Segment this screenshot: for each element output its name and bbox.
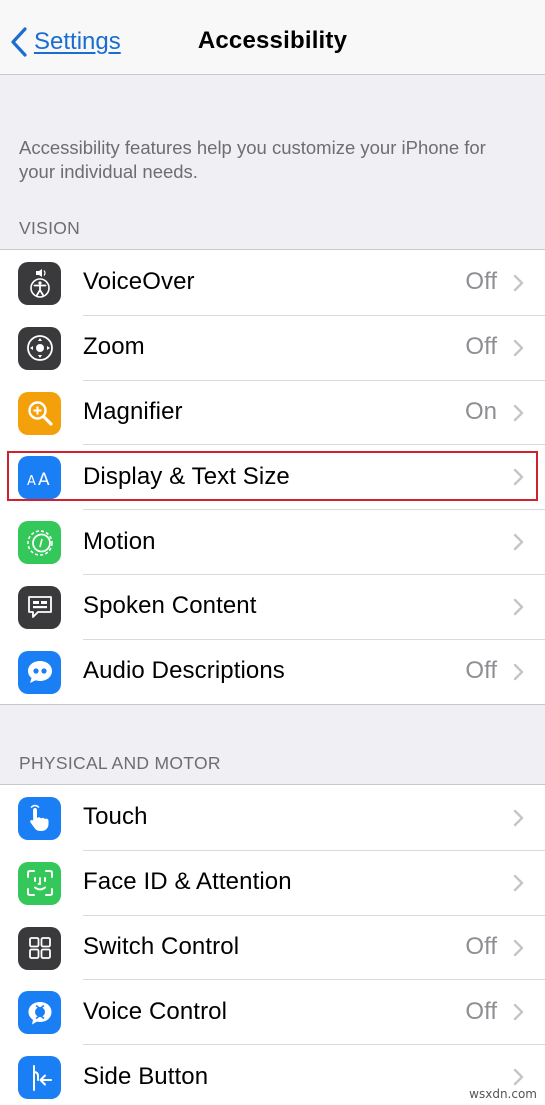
chevron-right-icon <box>513 404 524 421</box>
row-label: Face ID & Attention <box>83 868 292 896</box>
row-value: On <box>464 397 497 425</box>
row-value: Off <box>465 932 497 960</box>
voice-control-icon <box>18 991 61 1035</box>
row-zoom[interactable]: Zoom Off <box>0 314 545 380</box>
watermark: wsxdn.com <box>469 1087 537 1101</box>
chevron-right-icon <box>513 274 524 292</box>
row-face-id-attention[interactable]: Face ID & Attention <box>0 849 545 915</box>
magnifier-icon <box>18 391 61 435</box>
row-label: Motion <box>83 527 156 555</box>
row-switch-control[interactable]: Switch Control Off <box>0 914 545 980</box>
row-magnifier[interactable]: Magnifier On <box>0 379 545 445</box>
page-title: Accessibility <box>197 27 348 54</box>
face-id-icon <box>18 861 61 905</box>
row-label: Voice Control <box>83 997 228 1025</box>
row-label: Magnifier <box>83 397 183 425</box>
svg-text:A: A <box>27 474 36 489</box>
chevron-right-icon <box>513 663 524 680</box>
row-value: Off <box>465 997 497 1025</box>
row-label: Side Button <box>83 1062 209 1090</box>
chevron-right-icon <box>513 874 524 891</box>
row-label: Zoom <box>83 333 145 361</box>
switch-control-icon <box>18 926 61 970</box>
svg-text:A: A <box>38 470 50 490</box>
row-spoken-content[interactable]: Spoken Content <box>0 573 545 639</box>
voiceover-icon <box>18 262 61 305</box>
row-label: VoiceOver <box>83 268 195 296</box>
chevron-right-icon <box>513 533 524 551</box>
row-label: Audio Descriptions <box>83 657 285 685</box>
audio-descriptions-icon <box>18 650 61 694</box>
row-voice-control[interactable]: Voice Control Off <box>0 979 545 1044</box>
chevron-right-icon <box>513 809 524 827</box>
chevron-right-icon <box>513 1068 524 1086</box>
chevron-right-icon <box>513 598 524 616</box>
section-header-physical-motor: PHYSICAL AND MOTOR <box>19 753 221 773</box>
touch-hand-icon <box>18 797 61 840</box>
intro-description: Accessibility features help you customiz… <box>19 137 486 182</box>
chevron-right-icon <box>513 939 524 956</box>
chevron-right-icon <box>513 469 524 486</box>
side-button-icon <box>18 1056 61 1100</box>
text-size-icon: A A <box>18 456 61 500</box>
vision-group: VoiceOver Off Zoom Off Magnifier On A A … <box>0 249 545 705</box>
chevron-right-icon <box>513 339 524 356</box>
section-header-vision: VISION <box>19 218 81 238</box>
navigation-bar: Settings Accessibility <box>0 0 545 75</box>
row-value: Off <box>465 333 497 361</box>
zoom-icon <box>18 326 61 370</box>
row-touch[interactable]: Touch <box>0 785 545 850</box>
row-label: Touch <box>83 803 148 831</box>
row-label: Switch Control <box>83 932 240 960</box>
row-audio-descriptions[interactable]: Audio Descriptions Off <box>0 638 545 704</box>
row-motion[interactable]: Motion <box>0 509 545 574</box>
row-side-button[interactable]: Side Button <box>0 1044 545 1105</box>
row-voiceover[interactable]: VoiceOver Off <box>0 250 545 315</box>
row-value: Off <box>465 657 497 685</box>
row-label: Spoken Content <box>83 592 257 620</box>
row-display-text-size[interactable]: A A Display & Text Size <box>0 444 545 509</box>
spoken-content-icon <box>18 585 61 629</box>
row-value: Off <box>465 268 497 296</box>
chevron-right-icon <box>513 1004 524 1021</box>
physical-motor-group: Touch Face ID & Attention Switch Control… <box>0 784 545 1105</box>
row-label: Display & Text Size <box>83 462 290 490</box>
motion-icon <box>18 521 61 565</box>
